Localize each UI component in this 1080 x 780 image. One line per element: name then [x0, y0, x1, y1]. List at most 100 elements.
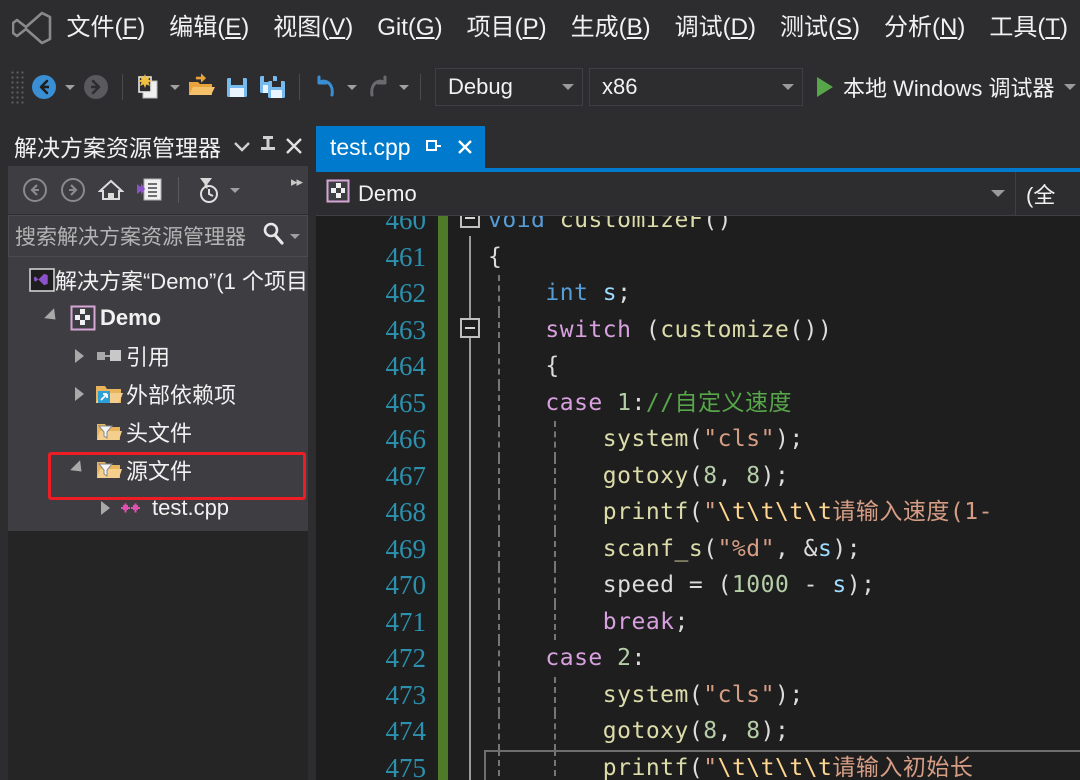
back-icon[interactable]	[16, 171, 54, 209]
properties-icon[interactable]	[130, 171, 168, 209]
chevron-right-icon[interactable]	[66, 349, 92, 363]
new-item-icon[interactable]	[131, 69, 167, 105]
undo-icon[interactable]	[308, 69, 344, 105]
chevron-right-icon[interactable]	[92, 501, 118, 515]
code-line[interactable]: 468 printf("\t\t\t\t请输入速度(1-	[316, 494, 1080, 531]
pin-icon[interactable]	[423, 136, 443, 158]
menu-item-d[interactable]: 调试(D)	[663, 13, 768, 43]
menu-item-p[interactable]: 项目(P)	[455, 13, 559, 43]
code-line[interactable]: 464 {	[316, 348, 1080, 385]
code-line[interactable]: 462 int s;	[316, 275, 1080, 312]
chevron-down-icon[interactable]	[40, 307, 66, 325]
redo-icon[interactable]	[360, 69, 396, 105]
code-line[interactable]: 465 case 1://自定义速度	[316, 384, 1080, 421]
navigate-forward-icon[interactable]	[78, 69, 114, 105]
solution-explorer-search[interactable]: 搜索解决方案资源管理器	[8, 215, 308, 257]
tree-node[interactable]: 外部依赖项	[8, 375, 308, 413]
code-line[interactable]: 471 break;	[316, 603, 1080, 640]
menu-item-e[interactable]: 编辑(E)	[157, 13, 261, 43]
code-line[interactable]: 473 system("cls");	[316, 676, 1080, 713]
save-icon[interactable]	[219, 69, 255, 105]
code-text: case 2:	[545, 645, 646, 671]
solution-explorer-toolbar: ▸▸	[8, 166, 308, 214]
code-line[interactable]: 467 gotoxy(8, 8);	[316, 457, 1080, 494]
tree-node[interactable]: 引用	[8, 337, 308, 375]
toolbar-separator	[122, 74, 123, 100]
line-number: 462	[385, 278, 427, 308]
close-icon[interactable]	[281, 131, 307, 161]
tab-test-cpp[interactable]: test.cpp	[316, 126, 485, 168]
chevron-down-icon[interactable]	[991, 190, 1005, 197]
line-number: 475	[385, 752, 427, 780]
overflow-chevrons-icon[interactable]: ▸▸	[291, 174, 303, 190]
solution-icon	[29, 268, 55, 292]
code-text: printf("\t\t\t\t请输入初始长	[602, 754, 974, 780]
forward-icon[interactable]	[54, 171, 92, 209]
tree-node[interactable]: 头文件	[8, 413, 308, 451]
undo-dropdown-icon[interactable]	[344, 69, 360, 105]
save-all-icon[interactable]	[255, 69, 291, 105]
menu-item-f[interactable]: 文件(F)	[55, 13, 158, 43]
line-number: 467	[385, 460, 427, 491]
tree-node[interactable]: 解决方案“Demo”(1 个项目	[8, 261, 308, 299]
navbar-project-dropdown[interactable]: Demo	[316, 171, 1016, 216]
code-line[interactable]: 460 void customizeF()	[316, 216, 1080, 239]
navigate-back-icon[interactable]	[26, 69, 62, 105]
menu-item-s[interactable]: 测试(S)	[768, 13, 872, 43]
solution-platform-combo[interactable]: x86	[589, 68, 803, 106]
start-debugging-button[interactable]: 本地 Windows 调试器	[817, 71, 1077, 103]
chevron-down-icon[interactable]	[66, 459, 92, 477]
redo-dropdown-icon[interactable]	[396, 69, 412, 105]
pin-icon[interactable]	[255, 131, 281, 161]
code-text: switch (customize())	[545, 316, 833, 343]
close-icon[interactable]	[455, 136, 475, 158]
menu-item-t[interactable]: 工具(T)	[977, 13, 1080, 43]
new-item-dropdown-icon[interactable]	[167, 69, 183, 105]
line-number: 460	[385, 216, 427, 235]
code-line[interactable]: 463 switch (customize())	[316, 311, 1080, 348]
code-line[interactable]: 469 scanf_s("%d", &s);	[316, 530, 1080, 567]
line-number: 470	[385, 570, 427, 600]
search-input[interactable]: 搜索解决方案资源管理器	[15, 221, 261, 251]
code-text: printf("\t\t\t\t请输入速度(1-	[602, 499, 993, 525]
code-text: case 1://自定义速度	[545, 389, 793, 416]
code-line[interactable]: 461 {	[316, 239, 1080, 276]
tree-node[interactable]: 源文件	[8, 451, 308, 489]
menu-item-g[interactable]: Git(G)	[365, 13, 454, 43]
code-line[interactable]: 466 system("cls");	[316, 421, 1080, 458]
code-line[interactable]: 474 gotoxy(8, 8);	[316, 713, 1080, 750]
open-file-icon[interactable]	[183, 69, 219, 105]
tree-node-label: test.cpp	[152, 495, 230, 520]
menu-item-v[interactable]: 视图(V)	[261, 13, 365, 43]
line-number: 468	[385, 497, 427, 527]
play-icon	[817, 77, 833, 97]
search-icon[interactable]	[261, 221, 287, 252]
toolbar-grip[interactable]	[10, 70, 24, 104]
line-number: 469	[385, 533, 427, 564]
menu-item-n[interactable]: 分析(N)	[872, 13, 977, 43]
chevron-right-icon[interactable]	[66, 387, 92, 401]
code-line[interactable]: 472 case 2:	[316, 640, 1080, 677]
search-options-chevron-down-icon[interactable]	[287, 218, 303, 254]
start-debugging-label: 本地 Windows 调试器	[843, 76, 1055, 101]
tree-node[interactable]: 资源文件	[8, 527, 308, 531]
navbar-members-dropdown[interactable]: (全	[1016, 172, 1076, 216]
code-line[interactable]: 470 speed = (1000 - s);	[316, 567, 1080, 604]
tree-node-label: Demo	[100, 305, 162, 330]
tree-node[interactable]: test.cpp	[8, 489, 308, 527]
code-line[interactable]: 475 printf("\t\t\t\t请输入初始长	[316, 749, 1080, 780]
solution-tree[interactable]: 解决方案“Demo”(1 个项目 Demo 引用 外部依赖项 头文件 源文件 test.cp…	[8, 257, 308, 531]
pending-changes-filter-icon[interactable]	[189, 171, 227, 209]
menu-item-b[interactable]: 生成(B)	[559, 13, 663, 43]
tree-node[interactable]: Demo	[8, 299, 308, 337]
panel-menu-chevron-down-icon[interactable]	[229, 131, 255, 161]
main-toolbar: Debug x86 本地 Windows 调试器	[0, 56, 1080, 118]
filter-dropdown-chevron-down-icon[interactable]	[227, 172, 243, 208]
start-debugging-dropdown-icon[interactable]	[1064, 84, 1077, 90]
visual-studio-logo-icon	[10, 8, 55, 48]
home-icon[interactable]	[92, 171, 130, 209]
solution-configuration-combo[interactable]: Debug	[435, 68, 583, 106]
code-editor-surface[interactable]: 460 void customizeF() 461{462 int s; 463 sw…	[316, 216, 1080, 780]
navigate-back-dropdown-icon[interactable]	[62, 69, 78, 105]
solution-explorer-header: 解决方案资源管理器	[8, 126, 308, 166]
